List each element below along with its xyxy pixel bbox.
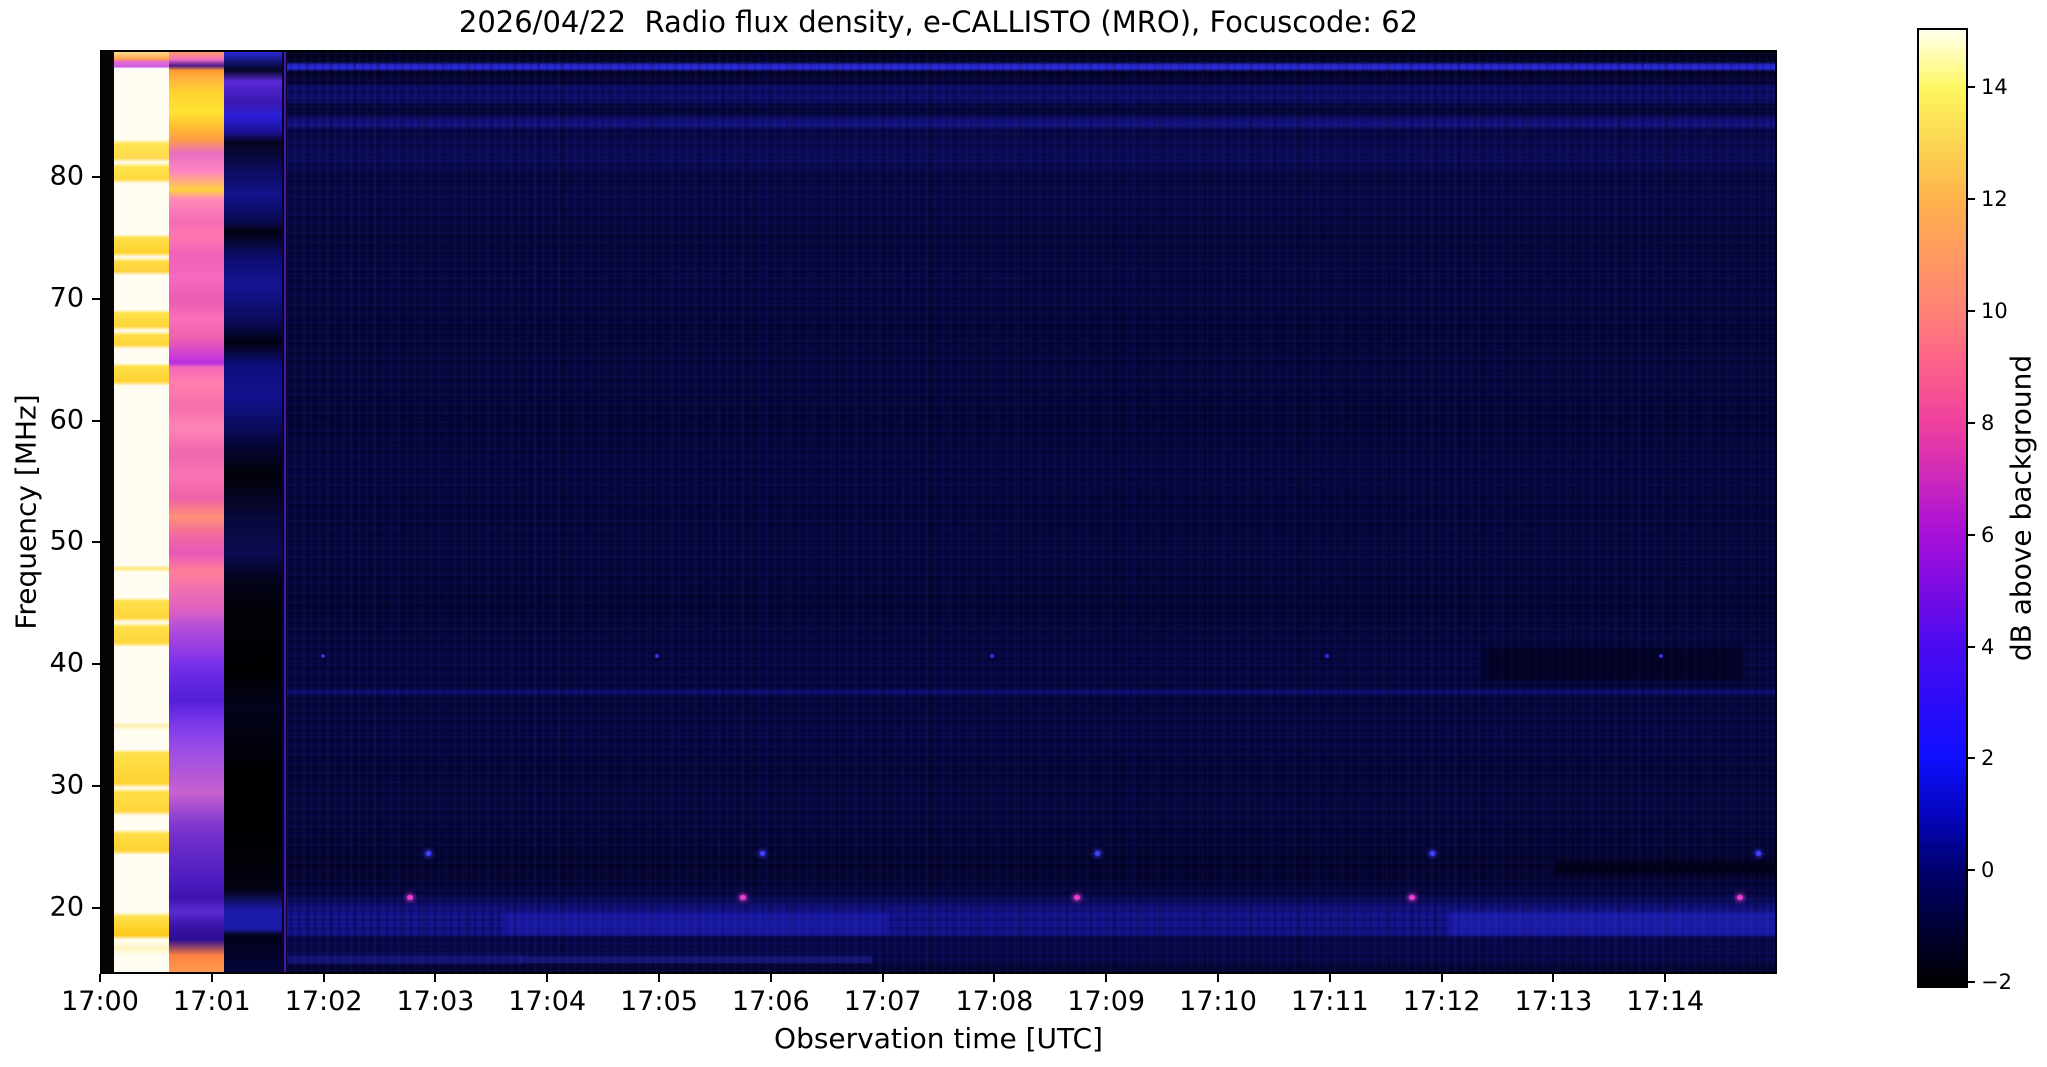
bright-noise-band-bottom-mid	[503, 913, 889, 936]
dark-rect-23mhz-right	[1555, 860, 1775, 874]
speckle-row-bottom	[520, 956, 872, 964]
x-tick-label: 17:00	[61, 986, 139, 1017]
colorbar-tick-mark	[1968, 533, 1975, 536]
x-tick-label: 17:08	[955, 986, 1034, 1017]
x-tick-label: 17:14	[1626, 986, 1705, 1017]
x-tick-label: 17:06	[731, 986, 810, 1017]
periodic-speck-blue	[1755, 850, 1761, 856]
colorbar-tick-mark	[1968, 421, 1975, 424]
startup-column-orange-pink	[168, 52, 225, 972]
y-tick-mark	[92, 663, 100, 666]
colorbar-tick-mark	[1968, 197, 1975, 200]
x-tick-label: 17:13	[1514, 986, 1593, 1017]
x-axis-label: Observation time [UTC]	[774, 1022, 1103, 1055]
colorbar-tick-label: 10	[1981, 298, 2008, 323]
x-tick-mark	[99, 974, 101, 982]
bright-noise-band-bottom-right	[1448, 912, 1775, 937]
x-tick-mark	[1440, 974, 1443, 982]
colorbar-tick-mark	[1968, 981, 1975, 984]
periodic-speck-magenta	[1408, 894, 1415, 900]
spectrogram-main-field	[286, 52, 1775, 972]
x-tick-mark	[434, 974, 437, 982]
periodic-speck-faint	[990, 653, 995, 658]
periodic-speck-blue	[1429, 850, 1435, 856]
startup-column-white-saturated	[114, 52, 169, 972]
y-tick-label: 40	[49, 647, 84, 679]
x-tick-mark	[210, 974, 213, 982]
x-tick-mark	[769, 974, 772, 982]
x-tick-mark	[657, 974, 660, 982]
x-tick-label: 17:01	[172, 986, 251, 1017]
colorbar-tick-mark	[1968, 645, 1975, 648]
x-tick-mark	[1105, 974, 1108, 982]
colorbar-tick-label: 0	[1981, 858, 1995, 883]
chart-title: 2026/04/22 Radio flux density, e-CALLIST…	[458, 5, 1419, 39]
colorbar-tick-label: −2	[1981, 970, 2012, 995]
periodic-speck-faint	[1659, 653, 1664, 658]
dark-rect-24-26mhz-right	[1483, 647, 1744, 682]
x-tick-mark	[1552, 974, 1555, 982]
y-tick-label: 30	[49, 769, 84, 801]
x-tick-mark	[322, 974, 325, 982]
x-tick-mark	[1664, 974, 1667, 982]
y-tick-mark	[92, 907, 100, 910]
y-tick-label: 70	[49, 281, 84, 313]
colorbar-tick-label: 8	[1981, 410, 1995, 435]
periodic-speck-magenta	[739, 894, 746, 900]
x-tick-label: 17:04	[508, 986, 587, 1017]
y-tick-label: 50	[49, 525, 84, 557]
colorbar-tick-label: 12	[1981, 186, 2008, 211]
colorbar-tick-label: 2	[1981, 746, 1995, 771]
startup-column-black	[102, 52, 115, 972]
x-tick-mark	[1216, 974, 1219, 982]
horizontal-noise-texture	[286, 52, 1775, 972]
x-tick-label: 17:05	[620, 986, 698, 1017]
x-tick-mark	[881, 974, 884, 982]
purple-divider-line	[284, 52, 287, 972]
colorbar-tick-mark	[1968, 757, 1975, 760]
colorbar-tick-label: 6	[1981, 522, 1995, 547]
x-tick-label: 17:07	[843, 986, 922, 1017]
y-tick-mark	[92, 419, 100, 422]
colorbar-tick-mark	[1968, 85, 1975, 88]
colorbar-tick-mark	[1968, 869, 1975, 872]
y-tick-mark	[92, 785, 100, 788]
bright-noise-band-bottom-left	[287, 955, 522, 965]
periodic-speck-blue	[425, 850, 431, 856]
periodic-speck-faint	[1324, 653, 1329, 658]
y-tick-label: 80	[49, 160, 84, 192]
x-tick-label: 17:03	[396, 986, 475, 1017]
x-tick-label: 17:11	[1290, 986, 1369, 1017]
y-axis-ticks: 80 70 60 50 40 30 20	[0, 50, 100, 974]
x-tick-label: 17:02	[284, 986, 363, 1017]
periodic-speck-blue	[1094, 850, 1100, 856]
x-tick-mark	[1328, 974, 1331, 982]
colorbar-tick-label: 4	[1981, 634, 1995, 659]
x-tick-label: 17:09	[1067, 986, 1146, 1017]
colorbar-label: dB above background	[2004, 354, 2038, 662]
y-tick-label: 20	[49, 891, 84, 923]
x-tick-label: 17:10	[1179, 986, 1257, 1017]
x-tick-label: 17:12	[1402, 986, 1481, 1017]
y-tick-mark	[92, 297, 100, 300]
periodic-speck-faint	[320, 653, 325, 658]
periodic-speck-magenta	[1736, 894, 1743, 900]
y-tick-mark	[92, 175, 100, 178]
colorbar	[1917, 28, 1968, 988]
periodic-speck-magenta	[406, 894, 413, 900]
y-tick-label: 60	[49, 403, 84, 435]
x-tick-mark	[546, 974, 549, 982]
startup-column-dark-banded	[224, 52, 282, 972]
colorbar-tick-mark	[1968, 309, 1975, 312]
y-tick-mark	[92, 541, 100, 544]
x-tick-mark	[993, 974, 996, 982]
colorbar-tick-label: 14	[1981, 74, 2008, 99]
spectrogram-plot-area	[100, 50, 1777, 974]
